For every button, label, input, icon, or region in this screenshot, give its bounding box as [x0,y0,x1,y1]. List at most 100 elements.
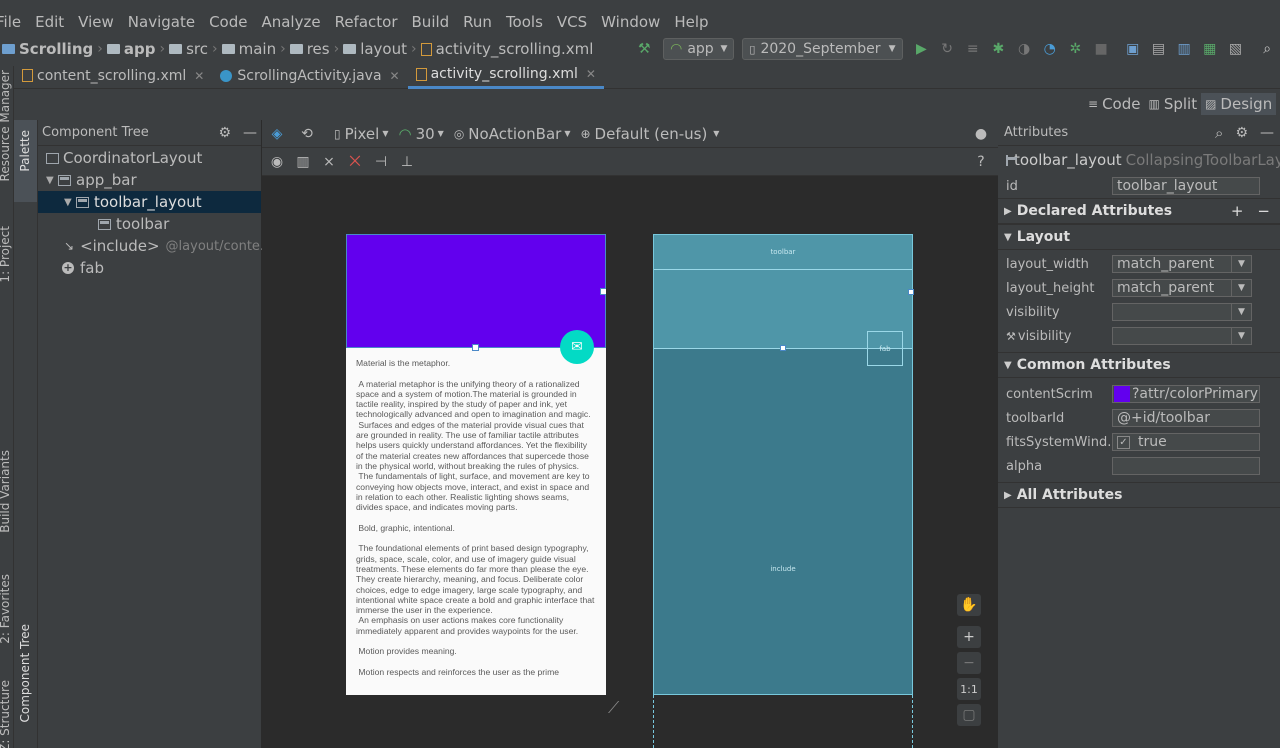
menu-run[interactable]: Run [463,13,492,31]
design-view-button[interactable]: ▨ Design [1201,93,1277,115]
layout-section[interactable]: ▼ Layout [998,224,1280,250]
tree-node-toolbar[interactable]: toolbar [38,213,261,235]
sdk-manager-icon[interactable]: ▦ [1197,38,1223,60]
common-attributes-section[interactable]: ▼ Common Attributes [998,352,1280,378]
api-dropdown[interactable]: ◠ 30 ▼ [398,125,443,143]
toolbar-id-input[interactable]: @+id/toolbar [1112,409,1260,427]
profile-icon[interactable]: ◑ [1011,38,1037,60]
breadcrumb-app[interactable]: app [124,40,156,58]
pack-horizontal-icon[interactable]: ⊣ [368,151,394,173]
blueprint-toggle-icon[interactable]: ▥ [290,151,316,173]
menu-file[interactable]: File [0,13,21,31]
search-icon[interactable]: ⌕ [1254,38,1280,60]
device-dropdown[interactable]: ▯ Pixel ▼ [334,125,388,143]
close-icon[interactable]: ✕ [586,67,596,81]
menu-edit[interactable]: Edit [35,13,64,31]
breadcrumb-res[interactable]: res [307,40,330,58]
alpha-input[interactable] [1112,457,1260,475]
resize-corner-icon[interactable]: ⟋ [608,698,628,718]
device-select[interactable]: ▯ 2020_September ▼ [742,38,903,60]
tab-scrolling-activity[interactable]: ScrollingActivity.java ✕ [212,63,407,89]
tree-node-app-bar[interactable]: ▼ app_bar [38,169,261,191]
tree-node-include[interactable]: ↘ <include> @layout/conte... [38,235,272,257]
close-icon[interactable]: ✕ [390,69,400,83]
content-scrim-input[interactable]: ?attr/colorPrimary [1112,385,1260,403]
pan-hand-icon[interactable]: ✋ [957,594,981,616]
zoom-actual-button[interactable]: 1:1 [957,678,981,700]
pack-vertical-icon[interactable]: ⊥ [394,151,420,173]
blueprint-preview[interactable]: toolbar fab include [653,234,914,695]
structure-tool[interactable]: Z: Structure [0,680,12,748]
run-config-select[interactable]: ◠ app ▼ [663,38,735,60]
preview-app-bar[interactable] [346,234,606,348]
menu-view[interactable]: View [78,13,114,31]
split-view-button[interactable]: ▥ Split [1144,93,1201,115]
menu-code[interactable]: Code [209,13,247,31]
gear-icon[interactable]: ⚙ [218,125,231,141]
design-preview[interactable]: ✉ Material is the metaphor. A material m… [346,234,606,695]
search-icon[interactable]: ⌕ [1215,124,1223,142]
zoom-out-button[interactable]: − [957,652,981,674]
locale-dropdown[interactable]: ⊕ Default (en-us) ▼ [580,125,719,143]
tab-activity-scrolling[interactable]: activity_scrolling.xml ✕ [407,62,604,89]
code-view-button[interactable]: ≡ Code [1084,93,1144,115]
remove-attribute-icon[interactable]: − [1257,202,1270,220]
color-swatch[interactable] [1114,386,1130,402]
visibility-select[interactable]: ▼ [1112,303,1252,321]
menu-refactor[interactable]: Refactor [335,13,398,31]
warning-icon[interactable]: ● [968,123,994,145]
layout-inspector-icon[interactable]: ▧ [1223,38,1249,60]
tools-visibility-select[interactable]: ▼ [1112,327,1252,345]
layout-width-select[interactable]: match_parent ▼ [1112,255,1252,273]
tab-content-scrolling[interactable]: content_scrolling.xml ✕ [14,63,212,89]
breadcrumb-project[interactable]: Scrolling [19,40,93,58]
resize-handle[interactable] [472,344,479,351]
minimize-icon[interactable]: — [243,125,257,141]
theme-dropdown[interactable]: ◎ NoActionBar ▼ [454,125,571,143]
stop-icon[interactable]: ■ [1088,38,1114,60]
breadcrumb-main[interactable]: main [239,40,276,58]
hammer-icon[interactable]: ⚒ [631,38,657,60]
expand-arrow-icon[interactable]: ▼ [46,175,58,186]
checkbox-checked-icon[interactable]: ✓ [1117,435,1130,449]
expand-arrow-icon[interactable]: ▼ [64,197,76,208]
breadcrumb-src[interactable]: src [186,40,208,58]
layout-height-select[interactable]: match_parent ▼ [1112,279,1252,297]
menu-build[interactable]: Build [412,13,450,31]
resize-handle[interactable] [600,288,606,295]
menu-help[interactable]: Help [674,13,708,31]
sync-icon[interactable]: ▤ [1146,38,1172,60]
menu-tools[interactable]: Tools [506,13,543,31]
all-attributes-section[interactable]: ▶ All Attributes [998,482,1280,508]
blueprint-fab[interactable]: fab [867,331,903,366]
zoom-in-button[interactable]: + [957,626,981,648]
tree-node-fab[interactable]: + fab [38,257,261,279]
project-tool[interactable]: 1: Project [0,226,12,283]
breadcrumb-layout[interactable]: layout [360,40,407,58]
project-structure-icon[interactable]: ▣ [1120,38,1146,60]
clear-constraints-icon[interactable]: ⨉ [342,151,368,173]
palette-tab[interactable]: Palette [18,130,32,172]
attach-debugger-icon[interactable]: ✲ [1063,38,1089,60]
debug-icon[interactable]: ✱ [986,38,1012,60]
view-options-icon[interactable]: ◉ [264,151,290,173]
declared-attributes-section[interactable]: ▶ Declared Attributes + − [998,198,1280,224]
resize-handle[interactable] [908,289,914,295]
id-input[interactable]: toolbar_layout [1112,177,1260,195]
avd-manager-icon[interactable]: ▥ [1171,38,1197,60]
autoconnect-icon[interactable]: ⨯ [316,151,342,173]
resource-manager-tool[interactable]: Resource Manager [0,70,12,181]
help-icon[interactable]: ? [968,151,994,173]
favorites-tool[interactable]: 2: Favorites [0,574,12,644]
resize-handle[interactable] [780,345,786,351]
gear-icon[interactable]: ⚙ [1235,125,1248,141]
blueprint-toolbar[interactable]: toolbar [654,235,912,270]
apply-code-changes-icon[interactable]: ≡ [960,38,986,60]
add-attribute-icon[interactable]: + [1231,202,1244,220]
component-tree-tab[interactable]: Component Tree [18,624,32,722]
layers-icon[interactable]: ◈ [264,123,290,145]
build-variants-tool[interactable]: Build Variants [0,450,12,533]
fits-system-windows-field[interactable]: ✓ true [1112,433,1260,451]
breadcrumb-file[interactable]: activity_scrolling.xml [436,40,594,58]
zoom-to-fit-button[interactable]: ▢ [957,704,981,726]
